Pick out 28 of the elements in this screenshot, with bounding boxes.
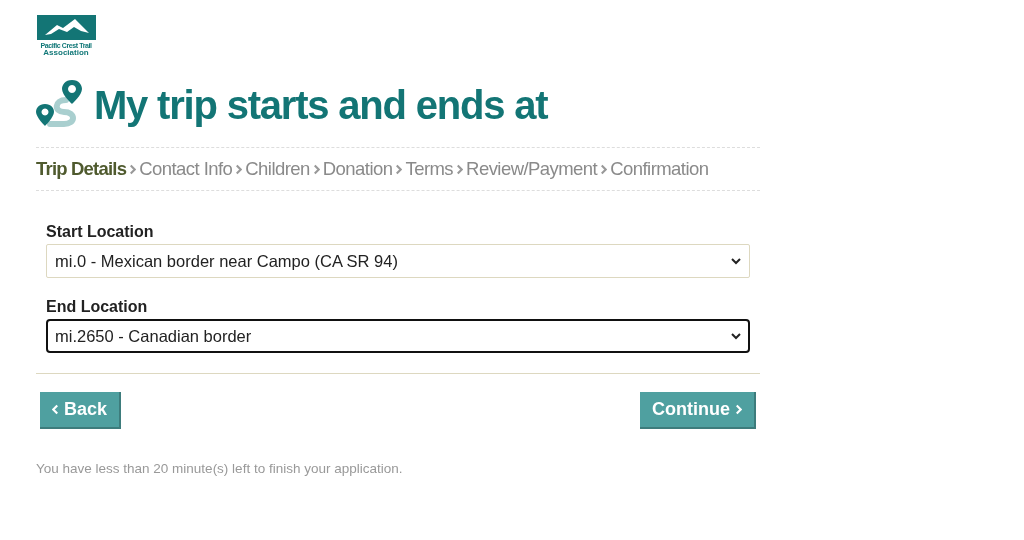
chevron-right-icon <box>312 163 320 175</box>
chevron-right-icon <box>395 163 403 175</box>
time-notice: You have less than 20 minute(s) left to finish your application. <box>36 461 404 476</box>
location-dropdown[interactable]: mi.2650 - Canadian border <box>46 319 750 353</box>
field-label: End Location <box>46 298 149 316</box>
step-link[interactable]: Terms <box>405 158 454 180</box>
logo-text: Association <box>43 49 89 57</box>
dropdown-caret-icon <box>731 332 741 340</box>
step-link[interactable]: Donation <box>322 158 393 180</box>
continue-button[interactable]: Continue <box>640 392 756 429</box>
route-pins-icon <box>36 80 84 130</box>
chevron-right-icon <box>235 163 243 175</box>
step-link[interactable]: Children <box>245 158 310 180</box>
step-link[interactable]: Contact Info <box>139 158 233 180</box>
page-heading: My trip starts and ends at <box>94 82 548 129</box>
field-label: Start Location <box>46 223 155 241</box>
chevron-right-icon <box>600 163 608 175</box>
step-link[interactable]: Review/Payment <box>466 158 598 180</box>
chevron-left-icon <box>52 404 59 415</box>
step-link[interactable]: Confirmation <box>610 158 709 180</box>
step-link[interactable]: Trip Details <box>36 158 127 180</box>
chevron-right-icon <box>456 163 464 175</box>
mountain-logo-icon <box>36 15 96 40</box>
chevron-right-icon <box>735 404 742 415</box>
location-dropdown[interactable]: mi.0 - Mexican border near Campo (CA SR 94) <box>46 244 750 278</box>
dropdown-caret-icon <box>731 257 741 265</box>
back-button[interactable]: Back <box>40 392 122 429</box>
chevron-right-icon <box>129 163 137 175</box>
